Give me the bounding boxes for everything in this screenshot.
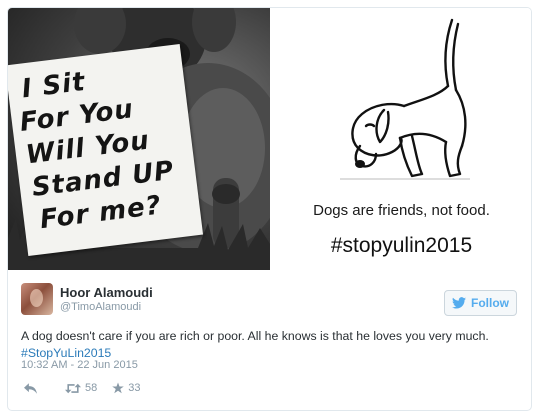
dog-line-drawing [340, 18, 470, 180]
retweet-count: 58 [85, 382, 98, 394]
tweet-text: A dog doesn't care if you are rich or po… [21, 328, 526, 362]
poster-hashtag: #stopyulin2015 [330, 234, 473, 257]
reply-icon [24, 382, 37, 394]
retweet-button[interactable]: 58 [65, 382, 97, 394]
protest-sign: I Sit For You Will You Stand UP For me? [8, 43, 204, 257]
follow-label: Follow [471, 296, 509, 310]
poster-caption: Dogs are friends, not food. [313, 202, 490, 219]
follow-button[interactable]: Follow [444, 290, 517, 316]
tweet-media[interactable]: I Sit For You Will You Stand UP For me? [8, 8, 531, 270]
favorite-button[interactable]: 33 [112, 382, 141, 394]
retweet-icon [65, 383, 81, 393]
reply-button[interactable] [24, 382, 37, 394]
tweet-timestamp[interactable]: 10:32 AM - 22 Jun 2015 [21, 359, 138, 371]
dog-photo[interactable]: I Sit For You Will You Stand UP For me? [8, 8, 270, 270]
author-name[interactable]: Hoor Alamoudi [60, 285, 153, 300]
favorite-count: 33 [128, 382, 141, 394]
hashtag-link[interactable]: #StopYuLin2015 [21, 346, 111, 360]
embedded-tweet-card: I Sit For You Will You Stand UP For me? [7, 7, 532, 411]
bird-icon [452, 297, 466, 309]
tweet-text-line: A dog doesn't care if you are rich or po… [21, 329, 489, 343]
author-handle[interactable]: @TimoAlamoudi [60, 301, 141, 313]
campaign-poster[interactable]: Dogs are friends, not food. #stopyulin20… [270, 8, 531, 270]
tweet-actions: 58 33 [24, 380, 141, 396]
avatar[interactable] [21, 283, 53, 315]
star-icon [112, 382, 124, 394]
